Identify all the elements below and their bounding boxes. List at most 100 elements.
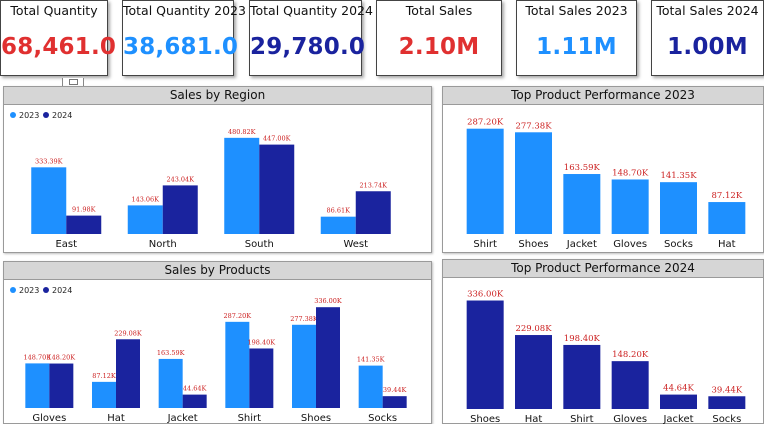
kpi-title: Total Sales [405, 3, 473, 18]
sales-by-products-chart: 2023 2024148.70K148.20KGloves87.12K229.08… [10, 286, 407, 424]
panel-sales-by-products[interactable]: Sales by Products 2023 2024 148.70K 148.20K… [3, 261, 432, 424]
bar-north-2023 [127, 205, 163, 234]
data-label: 213.74K [359, 181, 387, 189]
kpi-title: Total Quantity 2023 [123, 3, 246, 18]
kpi-card-total-quantity: Total Quantity 68,461.0 [0, 0, 116, 76]
top-product-2023-chart: 287.20K Shirt 277.38K Shoes 163.59K Jacket 148… [466, 118, 746, 250]
data-label: 198.40K [564, 334, 601, 344]
category-label-shoes: Shoes [301, 413, 331, 424]
bar-shirt-2024 [249, 348, 274, 408]
bar-socks-2024 [382, 396, 407, 408]
data-label: 163.59K [157, 349, 185, 357]
bar-gloves [611, 179, 649, 234]
bar-south-2024 [259, 144, 295, 234]
category-label-jacket: Jacket [566, 239, 597, 250]
data-label: 141.35K [357, 356, 385, 364]
bar-shoes-2023 [292, 324, 316, 408]
bar-west-2023 [320, 216, 356, 234]
bar-hat [708, 202, 746, 234]
legend-marker-2024 [43, 112, 49, 118]
data-label: 336.00K [467, 290, 504, 300]
category-label-west: West [343, 239, 368, 250]
legend-label-2023: 2023 [19, 286, 39, 295]
panel-top-product-2024[interactable]: Top Product Performance 2024 336.00K Shoe… [442, 259, 764, 424]
bar-north-2024 [162, 185, 198, 234]
data-label: 148.20K [612, 350, 649, 360]
category-label-hat: Hat [718, 239, 736, 250]
panel-title: Top Product Performance 2023 [443, 87, 763, 105]
bar-jacket [563, 174, 601, 234]
category-label-hat: Hat [525, 414, 543, 424]
data-label: 143.06K [131, 195, 159, 203]
bar-shoes [466, 300, 504, 409]
category-label-jacket: Jacket [662, 414, 693, 424]
category-label-gloves: Gloves [32, 413, 66, 424]
bar-shirt-2023 [225, 321, 250, 408]
bar-hat-2024 [116, 339, 140, 408]
data-label: 277.38K [290, 315, 318, 323]
bar-socks [708, 396, 746, 409]
category-label-gloves: Gloves [613, 414, 647, 424]
data-label: 277.38K [515, 121, 552, 131]
bar-south-2023 [224, 137, 260, 234]
data-label: 229.08K [114, 329, 142, 337]
kpi-value: 38,681.0 [123, 34, 239, 60]
category-label-east: East [55, 239, 77, 250]
category-label-north: North [149, 239, 177, 250]
kpi-card-total-sales-2024: Total Sales 2024 1.00M [651, 0, 764, 76]
data-label: 86.61K [327, 207, 351, 215]
bar-shoes-2024 [316, 307, 340, 408]
kpi-card-total-sales: Total Sales 2.10M [376, 0, 502, 76]
data-label: 91.98K [72, 206, 96, 214]
kpi-title: Total Sales 2024 [656, 3, 759, 18]
category-label-shirt: Shirt [473, 239, 497, 250]
bar-hat-2023 [92, 381, 116, 408]
legend-label-2024: 2024 [52, 111, 72, 120]
kpi-value: 2.10M [398, 34, 480, 60]
legend-marker-2024 [43, 287, 49, 293]
top-product-2024-chart: 336.00K Shoes 229.08K Hat 198.40K Shirt 148.20… [466, 290, 746, 424]
kpi-value: 29,780.0 [250, 34, 366, 60]
data-label: 163.59K [564, 163, 601, 173]
legend-label-2024: 2024 [52, 286, 72, 295]
bar-jacket-2023 [158, 358, 183, 408]
category-label-hat: Hat [107, 413, 125, 424]
category-label-socks: Socks [664, 239, 693, 250]
data-label: 44.64K [663, 384, 694, 394]
data-label: 44.64K [183, 385, 207, 393]
kpi-title: Total Sales 2023 [525, 3, 628, 18]
panel-sales-by-region[interactable]: Sales by Region 2023 2024 333.39K 91.98K Eas… [3, 86, 432, 253]
category-label-jacket: Jacket [167, 413, 198, 424]
panel-title: Sales by Region [4, 87, 431, 105]
data-label: 336.00K [314, 297, 342, 305]
bar-socks-2023 [358, 365, 383, 408]
category-label-south: South [245, 239, 274, 250]
bar-jacket-2024 [182, 394, 207, 408]
sales-by-region-chart: 2023 2024 333.39K 91.98K East 143.06K 243.04K N… [10, 111, 391, 250]
kpi-title: Total Quantity [10, 3, 98, 18]
bar-shoes [515, 132, 552, 234]
data-label: 229.08K [515, 324, 552, 334]
kpi-card-total-quantity-2023: Total Quantity 2023 38,681.0 [122, 0, 246, 76]
panel-top-product-2023[interactable]: Top Product Performance 2023 287.20K Shir… [442, 86, 764, 253]
data-label: 148.70K [612, 168, 649, 178]
panel-title: Top Product Performance 2024 [443, 260, 763, 278]
bar-hat [515, 335, 552, 409]
kpi-card-total-sales-2023: Total Sales 2023 1.11M [516, 0, 637, 76]
panel-title: Sales by Products [4, 262, 431, 280]
bar-gloves [611, 361, 649, 409]
kpi-value: 1.11M [536, 34, 617, 60]
data-label: 287.20K [224, 312, 252, 320]
category-label-shoes: Shoes [518, 239, 548, 250]
data-label: 141.35K [660, 171, 697, 181]
data-label: 287.20K [467, 118, 504, 128]
bar-east-2023 [31, 167, 67, 234]
data-label: 39.44K [383, 386, 407, 394]
data-label: 447.00K [263, 135, 291, 143]
data-label: 198.40K [248, 338, 276, 346]
bar-gloves-2023 [25, 363, 50, 408]
category-label-socks: Socks [712, 414, 741, 424]
legend-marker-2023 [10, 112, 16, 118]
kpi-title: Total Quantity 2024 [250, 3, 373, 18]
bar-socks [660, 182, 697, 234]
